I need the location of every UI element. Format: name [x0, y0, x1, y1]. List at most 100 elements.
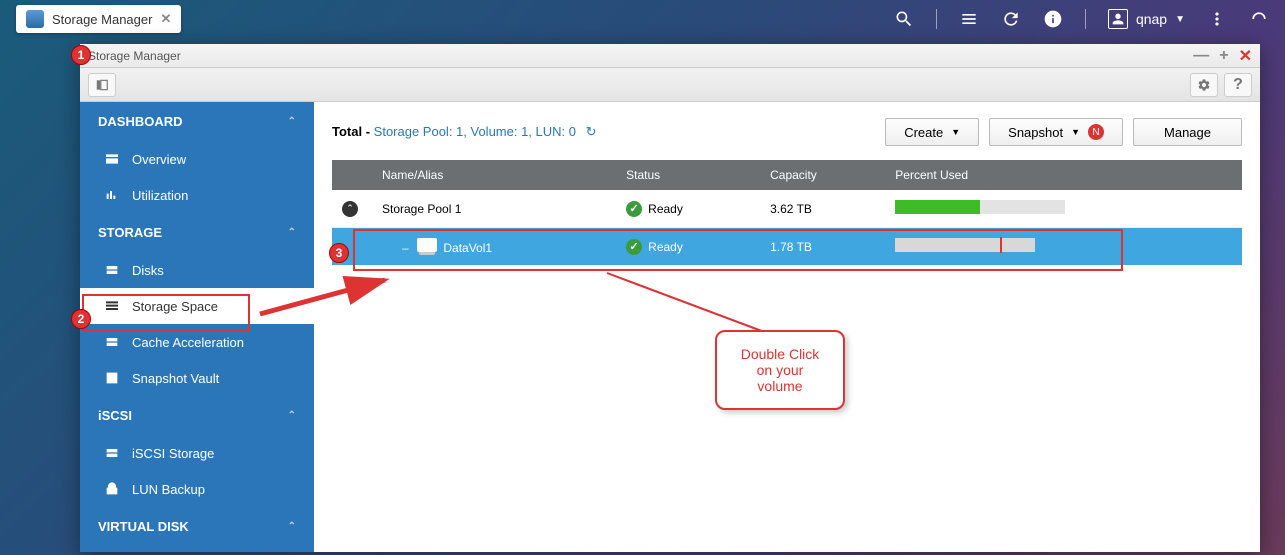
storage-manager-app-icon: [26, 10, 44, 28]
background-tasks-icon[interactable]: [959, 9, 979, 29]
sidebar-section-dashboard[interactable]: DASHBOARD ⌃: [80, 102, 314, 141]
sys-divider: [1085, 9, 1086, 29]
col-header-percent[interactable]: Percent Used: [885, 160, 1242, 190]
sidebar-item-lun-backup[interactable]: LUN Backup: [80, 471, 314, 507]
sidebar-section-iscsi[interactable]: iSCSI ⌃: [80, 396, 314, 435]
user-icon: [1108, 9, 1128, 29]
window-titlebar[interactable]: Storage Manager — + ✕: [80, 44, 1260, 68]
col-header-name[interactable]: Name/Alias: [372, 160, 616, 190]
sidebar-item-label: Disks: [132, 263, 164, 278]
search-icon[interactable]: [894, 9, 914, 29]
callout-text: Double Click on your volume: [741, 346, 820, 394]
sidebar-item-label: Utilization: [132, 188, 188, 203]
sidebar-section-virtual-disk[interactable]: VIRTUAL DISK ⌃: [80, 507, 314, 546]
collapse-icon[interactable]: ⌃: [342, 201, 358, 217]
summary-bar: Total - Storage Pool: 1, Volume: 1, LUN:…: [332, 118, 1242, 146]
manage-button[interactable]: Manage: [1133, 118, 1242, 146]
window-close-button[interactable]: ✕: [1239, 46, 1252, 66]
more-icon[interactable]: [1207, 9, 1227, 29]
taskbar-tab-label: Storage Manager: [52, 12, 152, 27]
storage-space-icon: [104, 298, 120, 314]
status-text: Ready: [648, 240, 683, 254]
annotation-marker-2: 2: [71, 309, 91, 329]
totals-label: Total -: [332, 124, 370, 139]
refresh-icon[interactable]: [1001, 9, 1021, 29]
percent-bar-volume: [895, 238, 1035, 252]
disks-icon: [104, 262, 120, 278]
action-buttons: Create ▼ Snapshot ▼ N Manage: [885, 118, 1242, 146]
create-button[interactable]: Create ▼: [885, 118, 979, 146]
toggle-sidebar-button[interactable]: [88, 73, 116, 97]
sidebar: DASHBOARD ⌃ Overview Utilization STORAGE…: [80, 102, 314, 552]
sidebar-item-utilization[interactable]: Utilization: [80, 177, 314, 213]
cell-vol-capacity: 1.78 TB: [760, 228, 885, 266]
snapshot-new-badge: N: [1088, 124, 1104, 140]
window-title-text: Storage Manager: [88, 49, 181, 63]
main-panel: Total - Storage Pool: 1, Volume: 1, LUN:…: [314, 102, 1260, 552]
check-icon: [626, 239, 642, 255]
sys-divider: [936, 9, 937, 29]
sidebar-section-storage[interactable]: STORAGE ⌃: [80, 213, 314, 252]
check-icon: [626, 201, 642, 217]
percent-bar-pool: [895, 200, 1065, 214]
annotation-marker-1: 1: [71, 45, 91, 65]
sidebar-item-storage-space[interactable]: Storage Space: [80, 288, 314, 324]
sidebar-section-label: iSCSI: [98, 408, 132, 423]
help-button[interactable]: ?: [1224, 73, 1252, 97]
status-ready: Ready: [626, 201, 683, 217]
minimize-button[interactable]: —: [1193, 47, 1209, 65]
sidebar-item-snapshot-vault[interactable]: Snapshot Vault: [80, 360, 314, 396]
user-menu[interactable]: qnap ▼: [1108, 9, 1185, 29]
username-label: qnap: [1136, 11, 1167, 27]
taskbar-tab-close-icon[interactable]: ✕: [160, 11, 171, 27]
gear-icon: [1197, 78, 1211, 92]
table-row-volume[interactable]: – DataVol1 Ready 1.78 TB: [332, 228, 1242, 266]
iscsi-storage-icon: [104, 445, 120, 461]
sidebar-item-disks[interactable]: Disks: [80, 252, 314, 288]
sidebar-item-label: Cache Acceleration: [132, 335, 244, 350]
cell-pool-capacity: 3.62 TB: [760, 190, 885, 228]
window-body: DASHBOARD ⌃ Overview Utilization STORAGE…: [80, 102, 1260, 552]
totals-values: Storage Pool: 1, Volume: 1, LUN: 0: [374, 124, 576, 139]
settings-button[interactable]: [1190, 73, 1218, 97]
sidebar-item-cache-acceleration[interactable]: Cache Acceleration: [80, 324, 314, 360]
dropdown-caret-icon: ▼: [951, 127, 960, 137]
volume-icon: [417, 238, 437, 252]
manage-button-label: Manage: [1164, 125, 1211, 140]
sidebar-section-label: DASHBOARD: [98, 114, 183, 129]
cell-pool-name: Storage Pool 1: [372, 190, 616, 228]
user-menu-caret-icon: ▼: [1175, 14, 1185, 25]
chevron-up-icon: ⌃: [288, 410, 296, 421]
cell-vol-name: DataVol1: [443, 241, 492, 255]
storage-table: Name/Alias Status Capacity Percent Used …: [332, 160, 1242, 265]
taskbar-tab-storage-manager[interactable]: Storage Manager ✕: [16, 5, 181, 33]
status-text: Ready: [648, 202, 683, 216]
sidebar-item-label: iSCSI Storage: [132, 446, 214, 461]
system-bar: Storage Manager ✕ qnap ▼: [0, 0, 1285, 38]
annotation-marker-3: 3: [329, 243, 349, 263]
snapshot-button-label: Snapshot: [1008, 125, 1063, 140]
info-icon[interactable]: [1043, 9, 1063, 29]
window-controls: — + ✕: [1193, 46, 1252, 66]
snapshot-button[interactable]: Snapshot ▼ N: [989, 118, 1123, 146]
col-header-status[interactable]: Status: [616, 160, 760, 190]
sidebar-item-label: Snapshot Vault: [132, 371, 219, 386]
sidebar-item-label: Overview: [132, 152, 186, 167]
chevron-up-icon: ⌃: [288, 227, 296, 238]
sidebar-section-label: VIRTUAL DISK: [98, 519, 189, 534]
snapshot-vault-icon: [104, 370, 120, 386]
sidebar-toggle-icon: [95, 78, 109, 92]
status-ready: Ready: [626, 239, 683, 255]
totals-text: Total - Storage Pool: 1, Volume: 1, LUN:…: [332, 124, 597, 140]
refresh-totals-icon[interactable]: ↻: [586, 124, 597, 140]
sidebar-item-overview[interactable]: Overview: [80, 141, 314, 177]
maximize-button[interactable]: +: [1219, 47, 1228, 65]
col-header-capacity[interactable]: Capacity: [760, 160, 885, 190]
create-button-label: Create: [904, 125, 943, 140]
chevron-up-icon: ⌃: [288, 521, 296, 532]
table-row-pool[interactable]: ⌃ Storage Pool 1 Ready 3.62 TB: [332, 190, 1242, 228]
table-header-row: Name/Alias Status Capacity Percent Used: [332, 160, 1242, 190]
sidebar-item-iscsi-storage[interactable]: iSCSI Storage: [80, 435, 314, 471]
storage-manager-window: Storage Manager — + ✕ ? DASHBOARD: [80, 44, 1260, 552]
dashboard-widget-icon[interactable]: [1249, 9, 1269, 29]
